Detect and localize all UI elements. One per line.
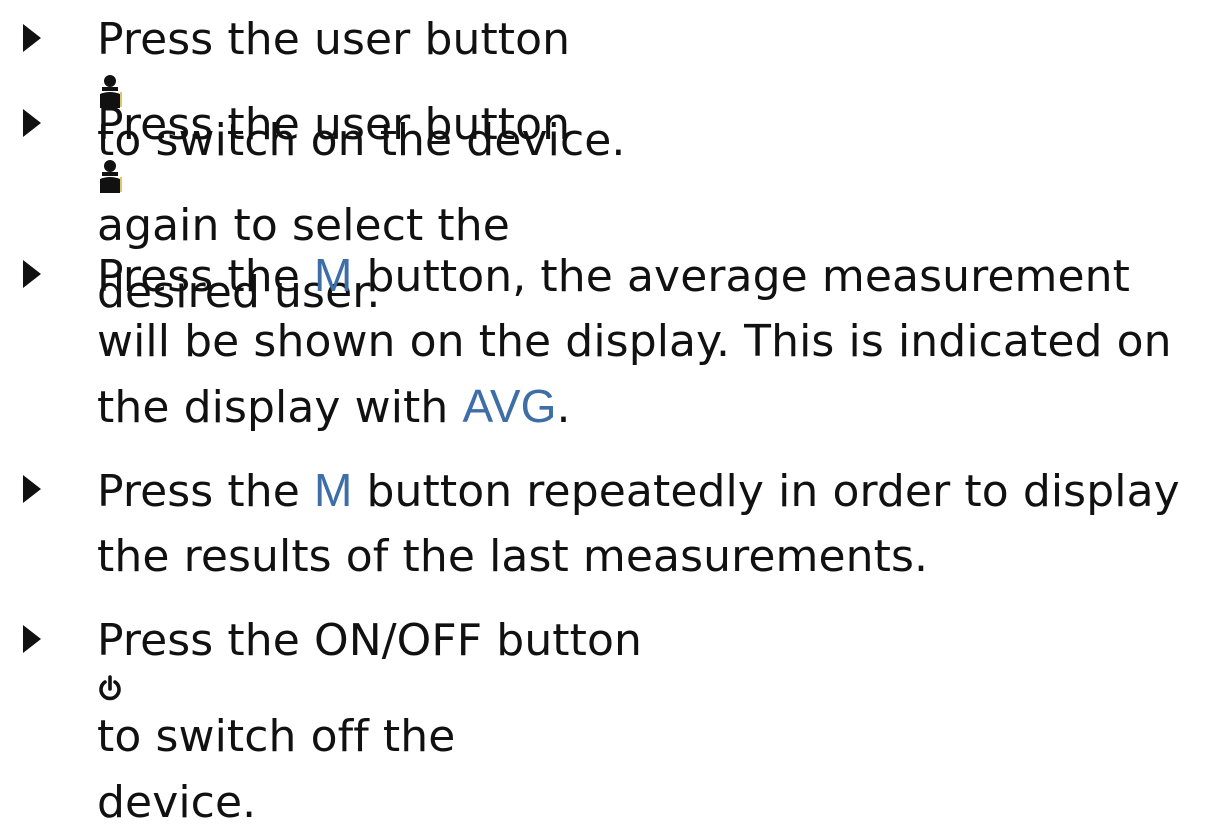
bullet-arrow-icon: [20, 22, 44, 54]
bullet-arrow-icon: [20, 258, 44, 290]
step-text-part: to switch off the: [97, 711, 456, 762]
step-text: Press the ON/OFF button to switch off th…: [97, 608, 1217, 835]
step-text: Press the M button repeatedly in order t…: [97, 458, 1217, 589]
user-icon: [97, 159, 1217, 193]
bullet-arrow-icon: [20, 107, 44, 139]
step-text-part: button repeatedly in order to display: [352, 466, 1180, 517]
step-text-part: will be shown on the display. This is in…: [97, 316, 1172, 367]
bullet-arrow-icon: [20, 473, 44, 505]
bullet-arrow-icon: [20, 623, 44, 655]
step-text-part: .: [556, 382, 571, 433]
step-text-part: button, the average measurement: [352, 251, 1130, 302]
step-text-part: Press the: [97, 466, 314, 517]
step-text-part: Press the user button: [97, 99, 571, 150]
avg-indicator-label: AVG: [462, 380, 557, 432]
step-text-part: Press the: [97, 251, 314, 302]
step-text-part: device.: [97, 777, 257, 828]
step-text-part: the results of the last measurements.: [97, 531, 929, 582]
step-text-part: Press the ON/OFF button: [97, 615, 643, 666]
step-text-part: Press the user button: [97, 14, 571, 65]
step-text: Press the M button, the average measurem…: [97, 243, 1217, 440]
power-icon: [97, 674, 1217, 704]
m-button-label: M: [313, 249, 353, 301]
m-button-label: M: [313, 464, 353, 516]
step-text-part: the display with: [97, 382, 463, 433]
